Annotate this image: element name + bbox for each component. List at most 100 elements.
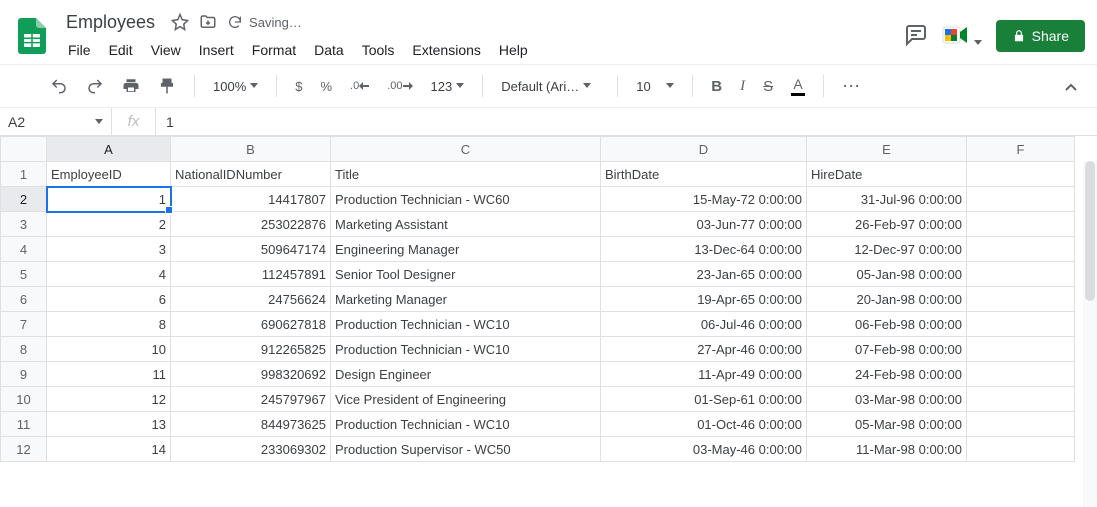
cell[interactable]: 14417807 <box>171 187 331 212</box>
cell[interactable]: 27-Apr-46 0:00:00 <box>601 337 807 362</box>
cell[interactable]: 13-Dec-64 0:00:00 <box>601 237 807 262</box>
print-button[interactable] <box>116 73 146 99</box>
select-all-corner[interactable] <box>1 137 47 162</box>
name-box[interactable]: A2 <box>0 108 112 135</box>
formula-input[interactable]: 1 <box>156 114 1097 130</box>
format-currency-button[interactable]: $ <box>289 75 308 98</box>
cell[interactable]: 233069302 <box>171 437 331 462</box>
row-header-6[interactable]: 6 <box>1 287 47 312</box>
doc-title[interactable]: Employees <box>60 10 161 35</box>
cell[interactable]: 11-Mar-98 0:00:00 <box>807 437 967 462</box>
cell[interactable]: Marketing Manager <box>331 287 601 312</box>
column-header-C[interactable]: C <box>331 137 601 162</box>
decrease-decimal-button[interactable]: .0 <box>344 76 375 96</box>
row-header-2[interactable]: 2 <box>1 187 47 212</box>
cell[interactable]: 253022876 <box>171 212 331 237</box>
vertical-scrollbar[interactable] <box>1083 161 1097 507</box>
cell[interactable]: 23-Jan-65 0:00:00 <box>601 262 807 287</box>
cell[interactable]: Production Technician - WC10 <box>331 312 601 337</box>
cell[interactable] <box>967 287 1075 312</box>
row-header-10[interactable]: 10 <box>1 387 47 412</box>
cell[interactable]: 912265825 <box>171 337 331 362</box>
cell[interactable]: 11-Apr-49 0:00:00 <box>601 362 807 387</box>
font-select[interactable]: Default (Ari… <box>495 75 605 98</box>
cell[interactable]: 19-Apr-65 0:00:00 <box>601 287 807 312</box>
cell[interactable]: HireDate <box>807 162 967 187</box>
row-header-7[interactable]: 7 <box>1 312 47 337</box>
cell[interactable]: 14 <box>47 437 171 462</box>
cell[interactable]: 8 <box>47 312 171 337</box>
cell[interactable]: 509647174 <box>171 237 331 262</box>
cell[interactable] <box>967 212 1075 237</box>
column-header-A[interactable]: A <box>47 137 171 162</box>
cell[interactable]: 4 <box>47 262 171 287</box>
spreadsheet-grid[interactable]: ABCDEF 1EmployeeIDNationalIDNumberTitleBi… <box>0 136 1097 507</box>
sheets-logo[interactable] <box>12 16 52 56</box>
menu-format[interactable]: Format <box>244 38 304 62</box>
row-header-9[interactable]: 9 <box>1 362 47 387</box>
cell[interactable]: 998320692 <box>171 362 331 387</box>
cell[interactable]: 05-Mar-98 0:00:00 <box>807 412 967 437</box>
row-header-11[interactable]: 11 <box>1 412 47 437</box>
cell[interactable]: 26-Feb-97 0:00:00 <box>807 212 967 237</box>
row-header-1[interactable]: 1 <box>1 162 47 187</box>
bold-button[interactable]: B <box>705 74 728 99</box>
more-toolbar-button[interactable]: ⋯ <box>836 72 867 101</box>
cell[interactable]: 12 <box>47 387 171 412</box>
menu-insert[interactable]: Insert <box>191 38 242 62</box>
cell[interactable]: 01-Oct-46 0:00:00 <box>601 412 807 437</box>
cell[interactable] <box>967 437 1075 462</box>
cell[interactable]: Vice President of Engineering <box>331 387 601 412</box>
cell[interactable]: 03-May-46 0:00:00 <box>601 437 807 462</box>
cell[interactable]: 01-Sep-61 0:00:00 <box>601 387 807 412</box>
cell[interactable]: Design Engineer <box>331 362 601 387</box>
cell[interactable] <box>967 237 1075 262</box>
cell[interactable]: 03-Mar-98 0:00:00 <box>807 387 967 412</box>
zoom-select[interactable]: 100% <box>207 75 264 98</box>
cell[interactable]: 112457891 <box>171 262 331 287</box>
cell[interactable]: 06-Jul-46 0:00:00 <box>601 312 807 337</box>
row-header-5[interactable]: 5 <box>1 262 47 287</box>
cell[interactable]: Senior Tool Designer <box>331 262 601 287</box>
increase-decimal-button[interactable]: .00 <box>381 76 418 96</box>
cell[interactable] <box>967 187 1075 212</box>
number-format-select[interactable]: 123 <box>425 75 471 98</box>
cell[interactable]: Title <box>331 162 601 187</box>
column-header-E[interactable]: E <box>807 137 967 162</box>
cell[interactable] <box>967 312 1075 337</box>
cell[interactable]: 11 <box>47 362 171 387</box>
cell[interactable]: 3 <box>47 237 171 262</box>
column-header-B[interactable]: B <box>171 137 331 162</box>
strikethrough-button[interactable]: S <box>757 74 779 99</box>
menu-help[interactable]: Help <box>491 38 536 62</box>
cell[interactable]: NationalIDNumber <box>171 162 331 187</box>
undo-button[interactable] <box>44 73 74 99</box>
cell[interactable]: Production Supervisor - WC50 <box>331 437 601 462</box>
cell[interactable]: 1 <box>47 187 171 212</box>
cell[interactable]: 15-May-72 0:00:00 <box>601 187 807 212</box>
column-header-D[interactable]: D <box>601 137 807 162</box>
cell[interactable]: 05-Jan-98 0:00:00 <box>807 262 967 287</box>
cell[interactable]: 24-Feb-98 0:00:00 <box>807 362 967 387</box>
cell[interactable]: EmployeeID <box>47 162 171 187</box>
font-size-select[interactable]: 10 <box>630 75 680 98</box>
cell[interactable]: 10 <box>47 337 171 362</box>
redo-button[interactable] <box>80 73 110 99</box>
cell[interactable]: Marketing Assistant <box>331 212 601 237</box>
cell[interactable]: 245797967 <box>171 387 331 412</box>
cell[interactable]: BirthDate <box>601 162 807 187</box>
cell[interactable]: 13 <box>47 412 171 437</box>
row-header-12[interactable]: 12 <box>1 437 47 462</box>
cell[interactable]: 07-Feb-98 0:00:00 <box>807 337 967 362</box>
cell[interactable]: 24756624 <box>171 287 331 312</box>
text-color-button[interactable]: A <box>785 72 811 100</box>
star-icon[interactable] <box>171 13 189 31</box>
meet-button[interactable] <box>942 24 982 49</box>
column-header-F[interactable]: F <box>967 137 1075 162</box>
cell[interactable]: 6 <box>47 287 171 312</box>
menu-view[interactable]: View <box>143 38 189 62</box>
cell[interactable]: 844973625 <box>171 412 331 437</box>
menu-data[interactable]: Data <box>306 38 352 62</box>
cell[interactable] <box>967 387 1075 412</box>
cell[interactable]: 690627818 <box>171 312 331 337</box>
